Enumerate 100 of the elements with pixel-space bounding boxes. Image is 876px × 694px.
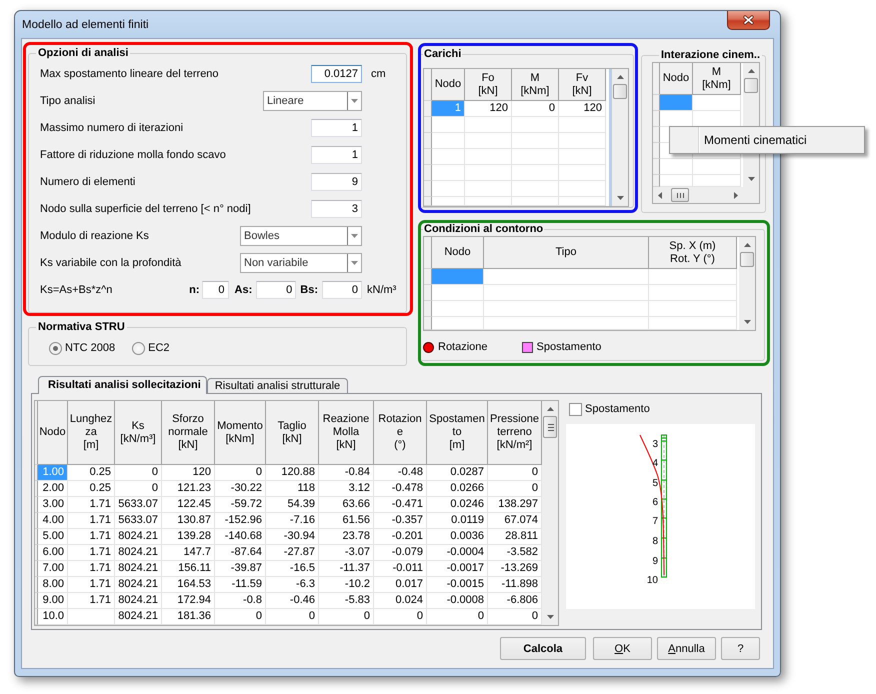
table-cell[interactable]: 8.00 <box>38 577 68 593</box>
table-cell: -6.3 <box>266 577 319 593</box>
scroll-down-arrow-icon[interactable] <box>546 615 554 619</box>
input-field[interactable]: 1 <box>311 118 362 136</box>
data-grid[interactable] <box>34 400 559 626</box>
group-title: Normativa STRU <box>37 321 126 334</box>
scroll-up-arrow-icon[interactable] <box>744 243 750 247</box>
table-cell: 120 <box>162 465 215 481</box>
column-header: Nodo <box>38 401 68 465</box>
input-field[interactable]: 0 <box>256 280 296 298</box>
table-cell[interactable]: 4.00 <box>38 513 68 529</box>
input-field[interactable]: 3 <box>311 200 362 218</box>
input-field[interactable]: 0.0127 <box>311 64 362 82</box>
horizontal-scrollbar[interactable] <box>653 187 743 203</box>
table-cell: 0 <box>215 609 266 625</box>
table-cell: 8024.21 <box>115 561 162 577</box>
table-cell: 1.71 <box>68 577 115 593</box>
table-cell[interactable]: 5.00 <box>38 529 68 545</box>
vertical-scrollbar[interactable] <box>612 69 628 206</box>
tab[interactable]: Risultati analisi strutturale <box>206 378 348 393</box>
table-cell: 0.0266 <box>427 481 488 497</box>
table-cell <box>559 149 606 165</box>
dialog-button[interactable]: Calcola <box>500 637 586 660</box>
table-cell <box>559 117 606 133</box>
scroll-down-arrow-icon[interactable] <box>744 320 750 324</box>
column-header: Reazione Molla [kN] <box>319 401 374 465</box>
input-field[interactable]: 0 <box>202 280 229 298</box>
table-cell: 54.39 <box>266 497 319 513</box>
scrollbar-thumb[interactable] <box>671 188 689 202</box>
table-cell: 23.78 <box>319 529 374 545</box>
table-cell: 63.66 <box>319 497 374 513</box>
table-cell: -0.8 <box>215 593 266 609</box>
table-cell: -140.68 <box>215 529 266 545</box>
data-grid[interactable]: Nodo Tipo Sp. X (m) Rot. Y (°) <box>423 236 756 331</box>
table-cell: -152.96 <box>215 513 266 529</box>
table-cell[interactable]: 9.00 <box>38 593 68 609</box>
vertical-scrollbar[interactable] <box>739 237 755 330</box>
field-label: Fattore di riduzione molla fondo scavo <box>40 148 227 160</box>
scroll-up-arrow-icon[interactable] <box>748 69 754 73</box>
input-field[interactable]: 0 <box>322 280 362 298</box>
dialog-button[interactable]: Annulla <box>657 637 716 660</box>
table-cell: -0.201 <box>374 529 427 545</box>
checkbox-label[interactable]: Spostamento <box>585 403 650 415</box>
dropdown[interactable]: Non variabile <box>240 252 362 272</box>
close-button[interactable] <box>727 11 770 30</box>
radio-button[interactable] <box>49 342 62 354</box>
dropdown[interactable]: Bowles <box>240 226 362 246</box>
scrollbar-thumb[interactable] <box>543 416 557 438</box>
table-cell: -0.0008 <box>427 593 488 609</box>
scroll-up-arrow-icon[interactable] <box>616 75 624 79</box>
scroll-right-arrow-icon[interactable] <box>734 192 738 198</box>
data-grid[interactable]: Nodo Fo [kN] M [kNm] Fv [kN] 1 120 0 120 <box>423 68 629 207</box>
table-cell: 130.87 <box>162 513 215 529</box>
dialog-button[interactable]: OK <box>593 637 652 660</box>
table-cell: -5.83 <box>319 593 374 609</box>
checkbox[interactable] <box>569 402 582 416</box>
menu-item[interactable]: Momenti cinematici <box>672 128 862 152</box>
dropdown-arrow-icon <box>351 234 358 238</box>
node-label: 10 <box>646 575 658 586</box>
field-label: Nodo sulla superficie del terreno [< n° nodi] <box>40 202 252 214</box>
table-cell: 0 <box>512 101 559 117</box>
table-cell[interactable]: 7.00 <box>38 561 68 577</box>
input-field[interactable]: 1 <box>311 146 362 164</box>
table-cell: -0.471 <box>374 497 427 513</box>
table-cell: 156.11 <box>162 561 215 577</box>
scroll-down-arrow-icon[interactable] <box>748 177 754 181</box>
table-cell: -11.37 <box>319 561 374 577</box>
scroll-left-arrow-icon[interactable] <box>658 192 662 198</box>
table-cell[interactable]: 3.00 <box>38 497 68 513</box>
scroll-up-arrow-icon[interactable] <box>546 407 554 411</box>
table-cell: 0.017 <box>374 577 427 593</box>
table-cell[interactable] <box>432 269 484 285</box>
radio-button[interactable] <box>132 342 146 354</box>
table-cell[interactable] <box>660 95 693 111</box>
scrollbar-thumb[interactable] <box>613 84 627 99</box>
radio-label[interactable]: EC2 <box>148 342 170 354</box>
corner-cell <box>424 69 432 101</box>
scroll-down-arrow-icon[interactable] <box>616 196 624 200</box>
vertical-scrollbar[interactable] <box>542 401 558 625</box>
table-cell: -30.22 <box>215 481 266 497</box>
radio-label[interactable]: NTC 2008 <box>65 342 116 354</box>
column-header: Fo [kN] <box>465 69 512 101</box>
table-cell: 118 <box>266 481 319 497</box>
table-cell[interactable]: 10.0 <box>38 609 68 625</box>
table-cell: 0.0036 <box>427 529 488 545</box>
table-cell <box>559 165 606 181</box>
tab[interactable]: Risultati analisi sollecitazioni <box>38 376 207 394</box>
table-cell[interactable]: 6.00 <box>38 545 68 561</box>
scrollbar-thumb[interactable] <box>744 78 758 93</box>
column-header: Nodo <box>432 69 465 101</box>
scrollbar-thumb[interactable] <box>740 252 754 267</box>
table-cell: 120 <box>465 101 512 117</box>
table-cell: 5633.07 <box>115 497 162 513</box>
input-field[interactable]: 9 <box>311 172 362 190</box>
dropdown[interactable]: Lineare <box>263 90 362 110</box>
table-cell[interactable]: 2.00 <box>38 481 68 497</box>
node-label: 8 <box>652 536 658 547</box>
dialog-button[interactable]: ? <box>721 637 760 660</box>
node-label: 5 <box>652 478 658 489</box>
table-cell: 1.71 <box>68 593 115 609</box>
